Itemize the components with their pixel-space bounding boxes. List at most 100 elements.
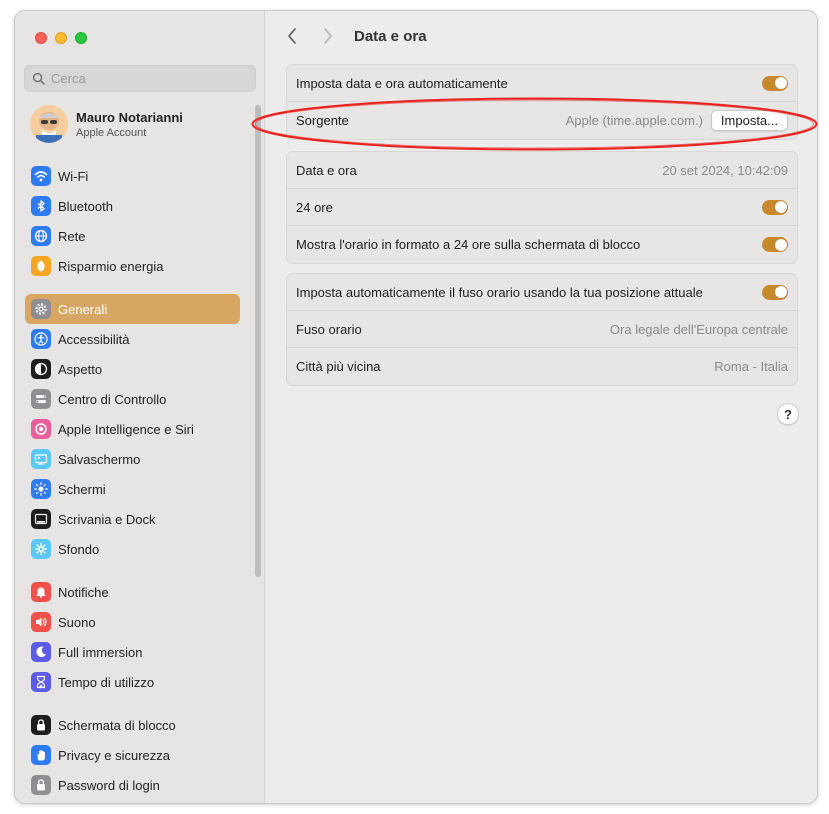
sidebar-item-label: Accessibilità [58, 331, 130, 347]
lock-icon [31, 715, 51, 735]
control-center-icon [31, 389, 51, 409]
sidebar-item-label: Bluetooth [58, 198, 113, 214]
battery-icon [31, 256, 51, 276]
sidebar-item-scrivania-e-dock[interactable]: Scrivania e Dock [25, 504, 240, 534]
forward-button[interactable] [322, 27, 334, 51]
search-input[interactable]: Cerca [24, 65, 256, 92]
sidebar-item-label: Notifiche [58, 584, 109, 600]
password-lock-icon [31, 775, 51, 795]
sidebar-item-label: Suono [58, 614, 96, 630]
window-controls [35, 32, 87, 44]
row-auto-tz: Imposta automaticamente il fuso orario u… [287, 274, 797, 311]
back-button[interactable] [286, 27, 298, 51]
sidebar-item-schermata-di-blocco[interactable]: Schermata di blocco [25, 710, 240, 740]
sidebar-scrollbar[interactable] [255, 105, 261, 577]
sidebar-item-tempo-di-utilizzo[interactable]: Tempo di utilizzo [25, 667, 240, 697]
sidebar-item-notifiche[interactable]: Notifiche [25, 577, 240, 607]
close-button[interactable] [35, 32, 47, 44]
sidebar-item-risparmio-energia[interactable]: Risparmio energia [25, 251, 240, 281]
siri-icon [31, 419, 51, 439]
auto-tz-toggle[interactable] [762, 284, 788, 300]
row-24h: 24 ore [287, 189, 797, 226]
sidebar-item-salvaschermo[interactable]: Salvaschermo [25, 444, 240, 474]
sidebar-item-accessibilità[interactable]: Accessibilità [25, 324, 240, 354]
sidebar-item-full-immersion[interactable]: Full immersion [25, 637, 240, 667]
sidebar-item-label: Password di login [58, 777, 160, 793]
sidebar-item-generali[interactable]: Generali [25, 294, 240, 324]
sidebar-item-label: Apple Intelligence e Siri [58, 421, 194, 437]
minimize-button[interactable] [55, 32, 67, 44]
sidebar-item-centro-di-controllo[interactable]: Centro di Controllo [25, 384, 240, 414]
lockscreen-24h-label: Mostra l'orario in formato a 24 ore sull… [296, 237, 641, 252]
city-value: Roma - Italia [714, 359, 788, 374]
city-label: Città più vicina [296, 359, 381, 374]
account-name: Mauro Notarianni [76, 109, 183, 125]
sidebar-item-aspetto[interactable]: Aspetto [25, 354, 240, 384]
moon-icon [31, 642, 51, 662]
row-source: Sorgente Apple (time.apple.com.) Imposta… [287, 102, 797, 139]
zoom-button[interactable] [75, 32, 87, 44]
auto-tz-label: Imposta automaticamente il fuso orario u… [296, 284, 703, 300]
h24-toggle[interactable] [762, 199, 788, 215]
datetime-value[interactable]: 20 set 2024, 10:42:09 [662, 163, 788, 178]
sidebar-item-apple-intelligence-e-siri[interactable]: Apple Intelligence e Siri [25, 414, 240, 444]
sidebar-item-label: Schermata di blocco [58, 717, 176, 733]
sidebar-item-label: Wi-Fi [58, 168, 89, 184]
avatar [30, 105, 68, 143]
chevron-right-icon [324, 28, 332, 44]
bluetooth-icon [31, 196, 51, 216]
account-subtitle: Apple Account [76, 126, 147, 139]
row-datetime: Data e ora 20 set 2024, 10:42:09 [287, 152, 797, 189]
dock-icon [31, 509, 51, 529]
sidebar-item-wi-fi[interactable]: Wi-Fi [25, 161, 240, 191]
source-set-button[interactable]: Imposta... [710, 110, 788, 131]
search-icon [32, 72, 45, 85]
row-auto-time: Imposta data e ora automaticamente [287, 65, 797, 102]
sidebar-item-privacy-e-sicurezza[interactable]: Privacy e sicurezza [25, 740, 240, 770]
lockscreen-24h-toggle[interactable] [762, 237, 788, 252]
help-button[interactable]: ? [777, 403, 799, 425]
sidebar-item-password-di-login[interactable]: Password di login [25, 770, 240, 800]
chevron-left-icon [288, 28, 296, 44]
sidebar-item-schermi[interactable]: Schermi [25, 474, 240, 504]
auto-time-label: Imposta data e ora automaticamente [296, 75, 508, 91]
source-label: Sorgente [296, 113, 349, 128]
sidebar-item-label: Tempo di utilizzo [58, 674, 155, 690]
screensaver-icon [31, 449, 51, 469]
source-value: Apple (time.apple.com.) [565, 113, 703, 128]
sidebar-item-label: Salvaschermo [58, 451, 141, 467]
sidebar-item-label: Full immersion [58, 644, 143, 660]
sidebar-item-rete[interactable]: Rete [25, 221, 240, 251]
row-tz: Fuso orario Ora legale dell'Europa centr… [287, 311, 797, 348]
hourglass-icon [31, 672, 51, 692]
wifi-icon [31, 166, 51, 186]
datetime-label: Data e ora [296, 162, 357, 178]
sidebar-item-label: Scrivania e Dock [58, 511, 156, 527]
sidebar-item-label: Risparmio energia [58, 258, 164, 274]
settings-window: Cerca Mauro Notarianni Apple Account Wi-… [14, 10, 818, 804]
row-lockscreen-24h: Mostra l'orario in formato a 24 ore sull… [287, 226, 797, 263]
row-city: Città più vicina Roma - Italia [287, 348, 797, 385]
accessibility-icon [31, 329, 51, 349]
sidebar-item-bluetooth[interactable]: Bluetooth [25, 191, 240, 221]
sidebar: Cerca Mauro Notarianni Apple Account Wi-… [15, 11, 265, 803]
sidebar-item-label: Privacy e sicurezza [58, 747, 170, 763]
h24-label: 24 ore [296, 199, 333, 215]
sidebar-item-label: Sfondo [58, 541, 100, 557]
globe-icon [31, 226, 51, 246]
tz-label: Fuso orario [296, 321, 362, 337]
sidebar-item-suono[interactable]: Suono [25, 607, 240, 637]
sidebar-item-sfondo[interactable]: Sfondo [25, 534, 240, 564]
sidebar-item-label: Generali [58, 301, 108, 317]
auto-time-toggle[interactable] [762, 75, 788, 91]
page-title: Data e ora [354, 28, 427, 45]
search-placeholder: Cerca [51, 71, 86, 86]
hand-icon [31, 745, 51, 765]
group-date-time: Data e ora 20 set 2024, 10:42:09 24 ore … [286, 151, 798, 264]
main-pane: Data e ora Imposta data e ora automatica… [266, 11, 817, 803]
sun-icon [31, 479, 51, 499]
account-row[interactable]: Mauro Notarianni Apple Account [30, 105, 183, 143]
appearance-icon [31, 359, 51, 379]
group-timezone: Imposta automaticamente il fuso orario u… [286, 273, 798, 386]
sidebar-item-label: Rete [58, 228, 86, 244]
